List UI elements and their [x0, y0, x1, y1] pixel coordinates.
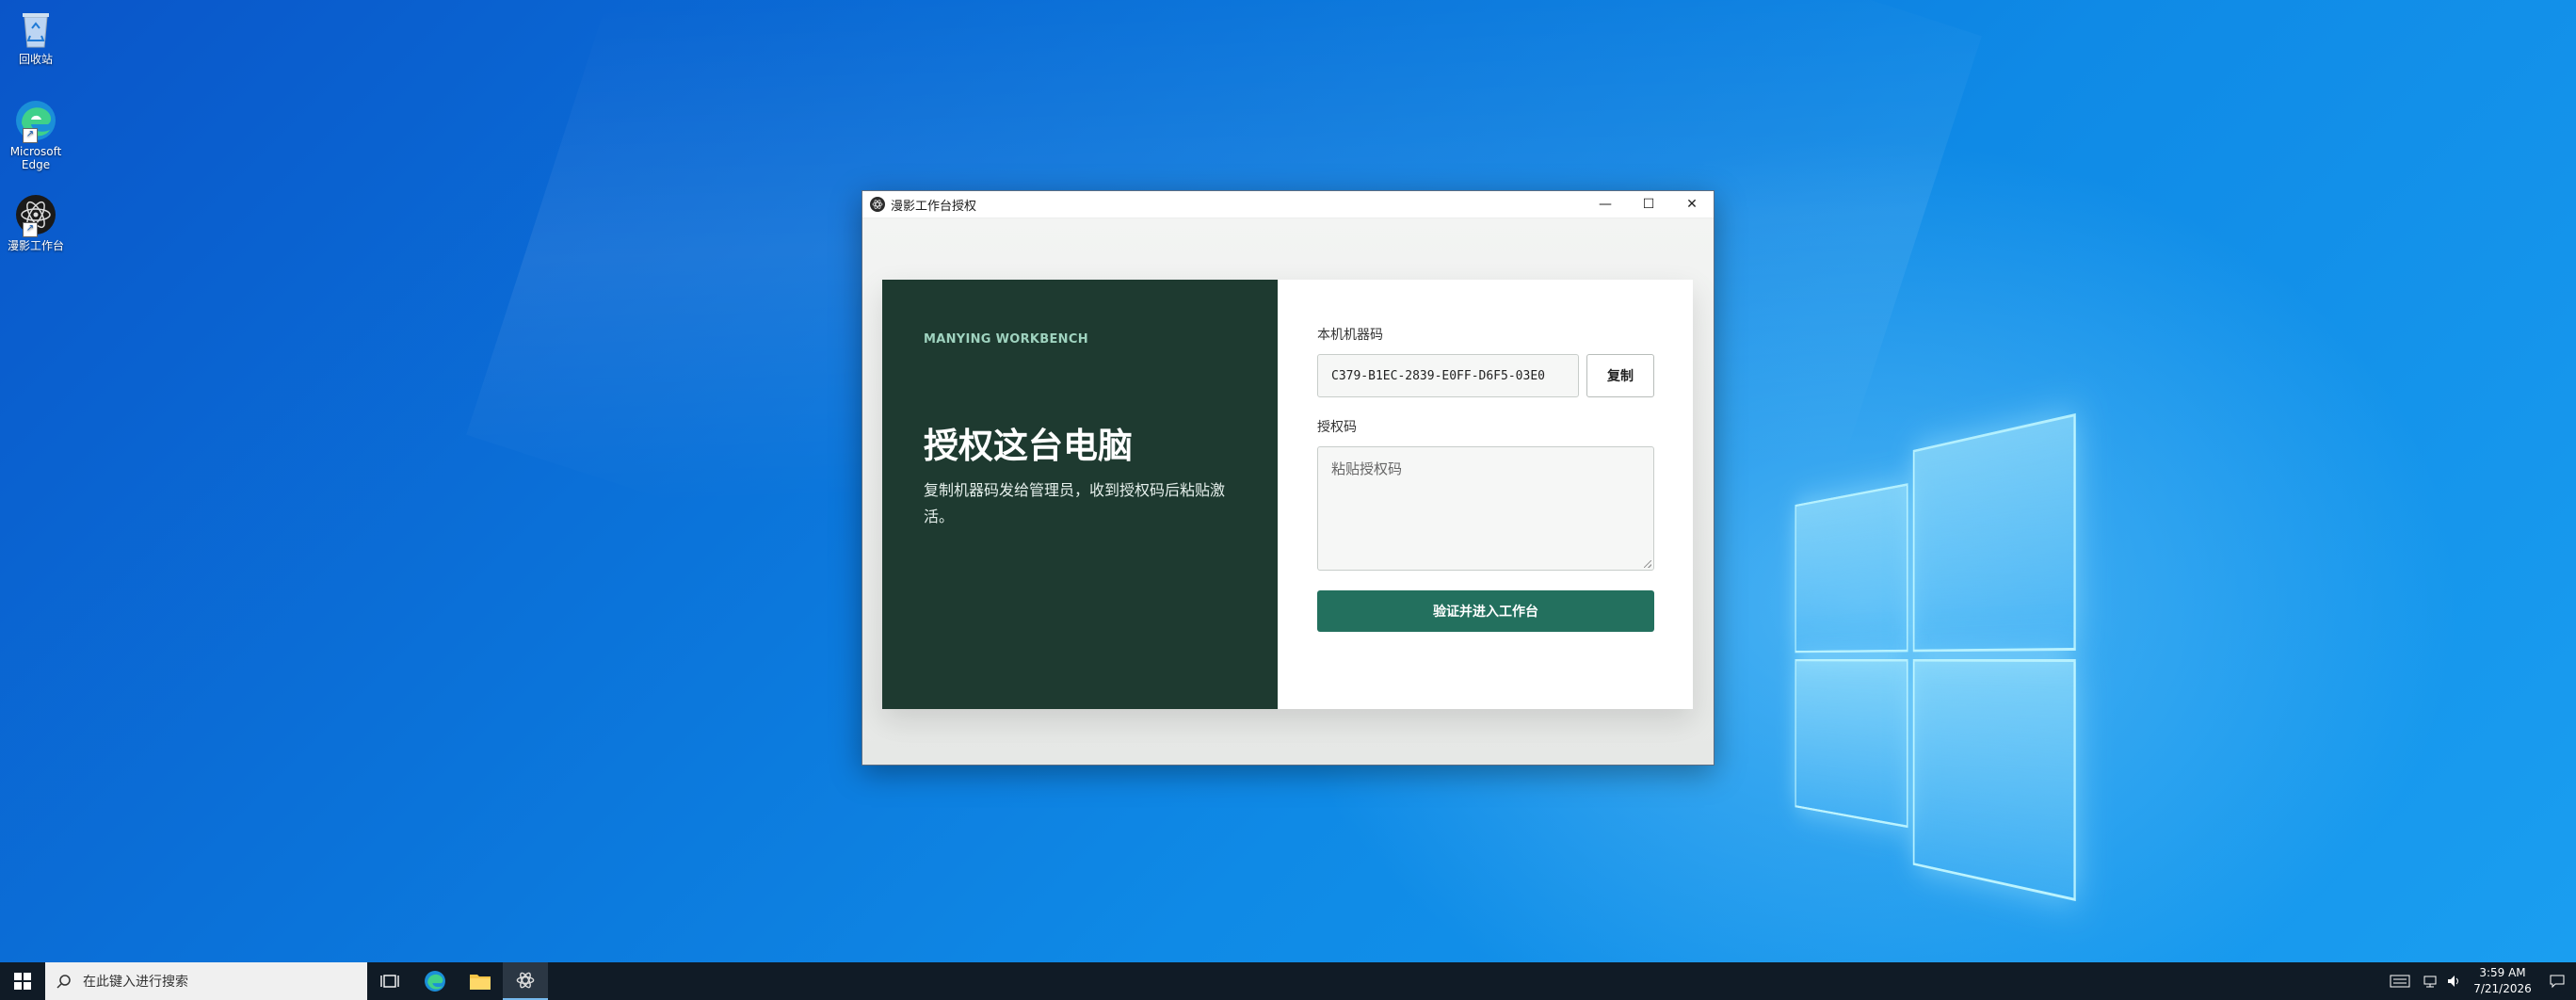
taskbar: 在此键入进行搜索 3:59 AM 7/21/2026 — [0, 962, 2576, 1000]
task-view-button[interactable] — [367, 962, 412, 1000]
taskbar-search-box[interactable]: 在此键入进行搜索 — [45, 962, 367, 1000]
input-method-icon[interactable] — [2382, 962, 2418, 1000]
search-icon — [45, 974, 83, 989]
folder-icon — [470, 975, 491, 990]
search-placeholder: 在此键入进行搜索 — [83, 975, 188, 990]
desktop-icon-manying[interactable]: ↗ 漫影工作台 — [2, 192, 70, 252]
window-titlebar[interactable]: 漫影工作台授权 — ☐ ✕ — [862, 191, 1714, 218]
app-icon — [870, 197, 885, 212]
brand-eyebrow: MANYING WORKBENCH — [924, 332, 1088, 347]
resize-grip-icon[interactable] — [1644, 560, 1651, 568]
license-code-input[interactable]: 粘贴授权码 — [1317, 446, 1654, 571]
start-button[interactable] — [0, 962, 45, 1000]
manying-app-icon — [516, 972, 535, 989]
desktop-icon-edge[interactable]: ↗ Microsoft Edge — [2, 98, 70, 171]
machine-code-label: 本机机器码 — [1317, 328, 1383, 343]
windows-wallpaper-logo — [1795, 412, 2076, 904]
recycle-bin-icon — [13, 6, 58, 51]
edge-icon: ↗ — [13, 98, 58, 143]
manying-app-icon: ↗ — [13, 192, 58, 237]
network-icon[interactable] — [2418, 962, 2442, 1000]
license-window: 漫影工作台授权 — ☐ ✕ MANYING WORKBENCH 授权这台电脑 复… — [861, 190, 1715, 766]
notification-icon[interactable] — [2538, 962, 2576, 1000]
intro-panel: MANYING WORKBENCH 授权这台电脑 复制机器码发给管理员，收到授权… — [882, 280, 1278, 709]
system-tray: 3:59 AM 7/21/2026 — [2382, 962, 2576, 1000]
machine-code-field[interactable]: C379-B1EC-2839-E0FF-D6F5-03E0 — [1317, 354, 1579, 397]
minimize-button[interactable]: — — [1584, 191, 1627, 218]
license-code-label: 授权码 — [1317, 420, 1357, 435]
desktop-icon-label: Microsoft Edge — [9, 145, 62, 171]
close-button[interactable]: ✕ — [1670, 191, 1714, 218]
license-code-placeholder: 粘贴授权码 — [1331, 460, 1403, 477]
edge-icon — [425, 971, 445, 992]
windows-start-icon — [14, 973, 31, 990]
taskbar-manying-button[interactable] — [503, 962, 548, 1000]
shortcut-arrow-icon: ↗ — [23, 128, 38, 143]
desktop-icon-label: 回收站 — [18, 53, 53, 66]
desktop-icon-recycle-bin[interactable]: 回收站 — [2, 6, 70, 66]
page-title: 授权这台电脑 — [924, 426, 1133, 466]
taskbar-file-explorer-button[interactable] — [458, 962, 503, 1000]
window-client-area: MANYING WORKBENCH 授权这台电脑 复制机器码发给管理员，收到授权… — [862, 218, 1714, 765]
taskbar-clock[interactable]: 3:59 AM 7/21/2026 — [2467, 965, 2538, 997]
volume-icon[interactable] — [2442, 962, 2467, 1000]
taskbar-edge-button[interactable] — [412, 962, 458, 1000]
shortcut-arrow-icon: ↗ — [23, 222, 38, 237]
task-view-icon — [380, 975, 399, 988]
maximize-button[interactable]: ☐ — [1627, 191, 1670, 218]
clock-date: 7/21/2026 — [2473, 982, 2532, 995]
copy-button[interactable]: 复制 — [1586, 354, 1654, 397]
license-card: MANYING WORKBENCH 授权这台电脑 复制机器码发给管理员，收到授权… — [882, 280, 1693, 709]
desktop-icon-label: 漫影工作台 — [7, 239, 64, 252]
form-panel: 本机机器码 C379-B1EC-2839-E0FF-D6F5-03E0 复制 授… — [1278, 280, 1693, 709]
clock-time: 3:59 AM — [2479, 966, 2526, 979]
intro-description: 复制机器码发给管理员，收到授权码后粘贴激活。 — [924, 481, 1226, 525]
verify-enter-button[interactable]: 验证并进入工作台 — [1317, 590, 1654, 632]
window-title: 漫影工作台授权 — [891, 199, 977, 214]
